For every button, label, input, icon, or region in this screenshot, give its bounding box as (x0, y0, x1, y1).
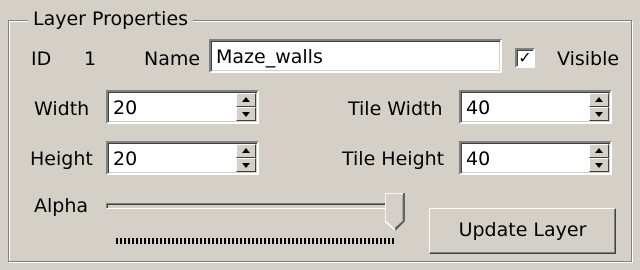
tile-height-label: Tile Height (342, 148, 445, 170)
arrow-up-icon (595, 97, 603, 102)
height-spin-down-button[interactable] (236, 158, 256, 172)
width-spinbox[interactable]: 20 (106, 90, 259, 124)
arrow-down-icon (242, 163, 250, 168)
alpha-slider-thumb[interactable] (385, 193, 405, 231)
name-label: Name (144, 48, 201, 70)
alpha-slider-track[interactable] (106, 203, 404, 209)
arrow-down-icon (595, 112, 603, 117)
height-value: 20 (113, 148, 138, 170)
tile-width-spinbox[interactable]: 40 (459, 90, 612, 124)
tile-height-spin-down-button[interactable] (589, 158, 609, 172)
tile-height-spinner (589, 144, 609, 172)
height-label: Height (30, 148, 93, 170)
tile-height-spin-up-button[interactable] (589, 144, 609, 158)
tile-width-spin-up-button[interactable] (589, 93, 609, 107)
tile-width-value: 40 (466, 97, 491, 119)
arrow-up-icon (242, 148, 250, 153)
height-spinbox[interactable]: 20 (106, 141, 259, 175)
check-mark-icon: ✓ (518, 48, 532, 67)
alpha-label: Alpha (34, 195, 89, 217)
width-spin-down-button[interactable] (236, 107, 256, 121)
update-layer-button[interactable]: Update Layer (429, 208, 616, 254)
tile-height-spinbox[interactable]: 40 (459, 141, 612, 175)
name-field[interactable]: Maze_walls (209, 39, 502, 73)
width-spin-up-button[interactable] (236, 93, 256, 107)
visible-checkbox[interactable]: ✓ (515, 48, 535, 68)
tile-width-label: Tile Width (348, 98, 443, 120)
group-title: Layer Properties (28, 8, 194, 30)
arrow-up-icon (595, 148, 603, 153)
tile-width-spinner (589, 93, 609, 121)
arrow-up-icon (242, 97, 250, 102)
id-label: ID (31, 48, 52, 70)
width-label: Width (34, 98, 90, 120)
alpha-slider-ticks (116, 238, 396, 244)
arrow-down-icon (242, 112, 250, 117)
tile-height-value: 40 (466, 148, 491, 170)
width-value: 20 (113, 97, 138, 119)
id-value: 1 (84, 48, 97, 70)
height-spinner (236, 144, 256, 172)
visible-label: Visible (557, 48, 620, 70)
name-value: Maze_walls (216, 46, 323, 68)
width-spinner (236, 93, 256, 121)
arrow-down-icon (595, 163, 603, 168)
tile-width-spin-down-button[interactable] (589, 107, 609, 121)
height-spin-up-button[interactable] (236, 144, 256, 158)
